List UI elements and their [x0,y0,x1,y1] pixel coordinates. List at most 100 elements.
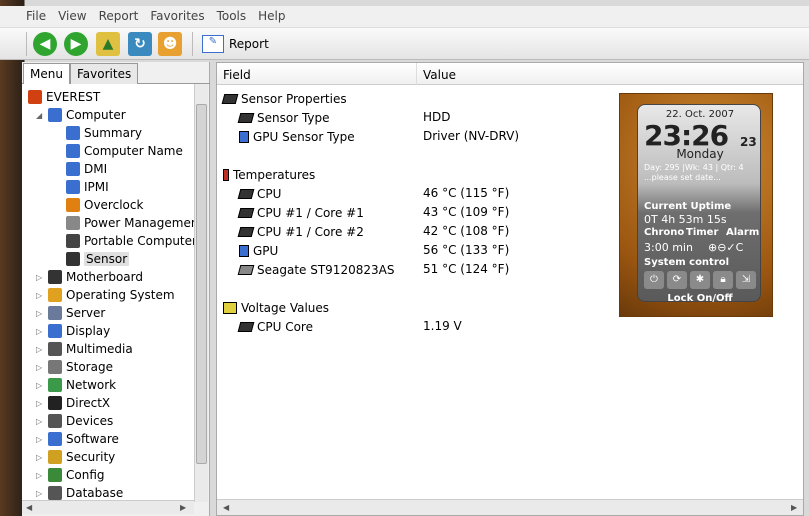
expand-icon[interactable]: ▷ [36,327,45,336]
tree-item-portable-computer[interactable]: Portable Computer [66,232,194,250]
tree-item-multimedia[interactable]: ▷ Multimedia [36,340,133,358]
restart-icon[interactable]: ⟳ [667,271,687,289]
menu-favorites[interactable]: Favorites [144,6,210,26]
tree-item-network[interactable]: ▷ Network [36,376,116,394]
menu-tools[interactable]: Tools [211,6,253,26]
tree-item-storage[interactable]: ▷ Storage [36,358,113,376]
tree-item-everest[interactable]: EVEREST [28,88,100,106]
field-value: 1.19 V [423,319,462,333]
timer-button[interactable]: Timer [686,227,718,238]
field-label: CPU #1 / Core #2 [257,224,364,239]
field-value: 43 °C (109 °F) [423,205,510,219]
column-divider[interactable] [416,63,417,85]
thermometer-icon [223,168,229,181]
field-value: Driver (NV-DRV) [423,129,520,143]
list-item[interactable]: CPU Core [237,317,313,336]
expand-icon[interactable]: ▷ [36,453,45,462]
tree-item-computer-name[interactable]: Computer Name [66,142,183,160]
expand-icon[interactable]: ▷ [36,489,45,498]
gadget-day: Monday [676,147,724,161]
list-item[interactable]: GPU Sensor Type [239,127,355,146]
field-column-header[interactable]: Field [223,68,251,82]
section-header[interactable]: Sensor Properties [221,89,347,108]
field-value: 42 °C (108 °F) [423,224,510,238]
sleep-icon[interactable]: ✱ [690,271,710,289]
timer-controls[interactable]: ⊕⊖✓C [708,241,743,254]
list-item[interactable]: Seagate ST9120823AS [237,260,394,279]
lock-icon[interactable]: 🔒︎ [713,271,733,289]
gadget-info: Day: 295 |Wk: 43 | Qtr: 4 ...please set d… [644,163,744,183]
expand-icon[interactable]: ▷ [36,309,45,318]
field-label: GPU [253,243,279,258]
computer-icon [239,244,249,257]
tree-item-label: Database [66,486,124,500]
expand-icon[interactable]: ▷ [36,363,45,372]
lock-toggle[interactable]: Lock On/Off [638,293,762,304]
tree-item-label: Overclock [84,198,144,212]
value-column-header[interactable]: Value [423,68,456,82]
tree-item-label: IPMI [84,180,109,194]
sensor-icon [221,93,239,104]
tree-item-display[interactable]: ▷ Display [36,322,110,340]
everest-window: File View Report Favorites Tools Help ◀ ▶ ▲ ↻… [0,0,809,516]
expand-icon[interactable]: ▷ [36,417,45,426]
tree-item-operating-system[interactable]: ▷ Operating System [36,286,175,304]
expand-icon[interactable]: ▷ [36,273,45,282]
menu-help[interactable]: Help [252,6,291,26]
shutdown-icon[interactable]: ⏻ [644,271,664,289]
forward-arrow-icon[interactable]: ▶ [64,32,88,56]
tree-vertical-scrollbar[interactable] [194,84,208,502]
menu-report[interactable]: Report [93,6,145,26]
expand-icon[interactable]: ▷ [36,471,45,480]
tree-item-overclock[interactable]: Overclock [66,196,143,214]
tree-item-ipmi[interactable]: IPMI [66,178,109,196]
alarm-button[interactable]: Alarm [726,227,759,238]
back-arrow-icon[interactable]: ◀ [33,32,57,56]
tree-item-sensor[interactable]: Sensor [66,250,130,268]
details-horizontal-scrollbar[interactable]: ◀ ▶ [217,499,803,515]
left-tabs: Menu Favorites [22,62,210,85]
list-item[interactable]: CPU #1 / Core #1 [237,203,364,222]
section-header[interactable]: Temperatures [223,165,315,184]
gadget-info-1: Day: 295 |Wk: 43 | Qtr: 4 [644,163,744,172]
logoff-icon[interactable]: ⇲ [736,271,756,289]
list-item[interactable]: Sensor Type [237,108,330,127]
tab-favorites[interactable]: Favorites [70,63,139,84]
tree-item-security[interactable]: ▷ Security [36,448,115,466]
list-item[interactable]: CPU #1 / Core #2 [237,222,364,241]
expand-icon[interactable]: ▷ [36,381,45,390]
tree-item-motherboard[interactable]: ▷ Motherboard [36,268,143,286]
chrono-button[interactable]: Chrono [644,227,684,238]
tree-horizontal-scrollbar[interactable]: ◀ ▶ [22,500,194,514]
tree-item-summary[interactable]: Summary [66,124,142,142]
menu-view[interactable]: View [52,6,92,26]
expand-icon[interactable]: ▷ [36,399,45,408]
expand-icon[interactable]: ▷ [36,291,45,300]
tree-item-label: Storage [66,360,113,374]
tree-item-power-management[interactable]: Power Management [66,214,194,232]
users-icon[interactable]: ☻ [158,32,182,56]
expand-icon[interactable]: ▷ [36,345,45,354]
tree-item-server[interactable]: ▷ Server [36,304,105,322]
scrollbar-thumb[interactable] [196,104,207,464]
tree-item-dmi[interactable]: DMI [66,160,107,178]
display-icon [48,324,62,338]
tree-item-computer[interactable]: ◢ Computer [36,106,126,124]
tree-item-config[interactable]: ▷ Config [36,466,105,484]
expand-icon[interactable]: ◢ [36,111,45,120]
tree-item-software[interactable]: ▷ Software [36,430,119,448]
refresh-icon[interactable]: ↻ [128,32,152,56]
list-item[interactable]: CPU [237,184,281,203]
uptime-value: 0T 4h 53m 15s [644,213,727,226]
menu-file[interactable]: File [20,6,52,26]
section-header[interactable]: Voltage Values [223,298,329,317]
info-icon [28,90,42,104]
report-button[interactable]: ✎ Report [202,32,269,56]
tree-item-directx[interactable]: ▷ DirectX [36,394,110,412]
expand-icon[interactable]: ▷ [36,435,45,444]
up-folder-icon[interactable]: ▲ [96,32,120,56]
tree-item-devices[interactable]: ▷ Devices [36,412,113,430]
tab-menu[interactable]: Menu [23,63,70,85]
list-item[interactable]: GPU [239,241,278,260]
tree-item-label: Computer Name [84,144,183,158]
